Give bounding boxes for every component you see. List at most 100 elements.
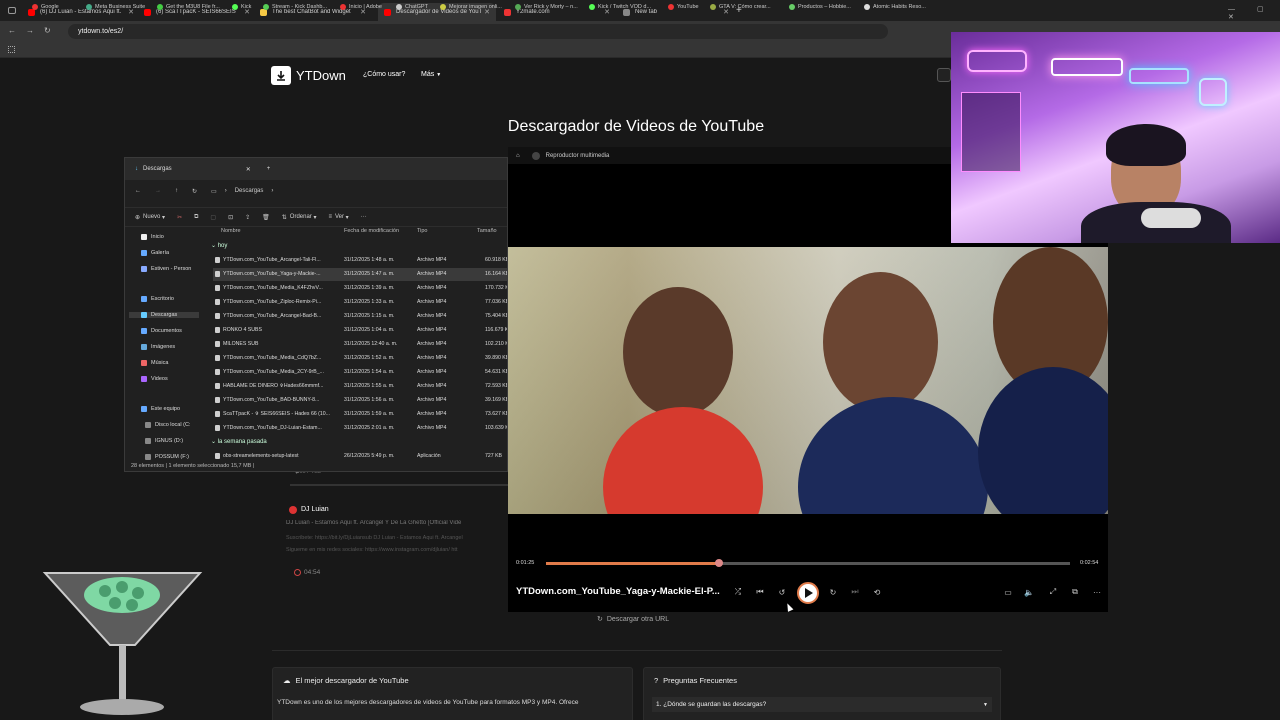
video-description-line: Sigueme en mis redes sociales: https://w… <box>286 547 458 553</box>
file-row[interactable]: YTDown.com_YouTube_Media_CdQ7bZ... 31/12/… <box>213 352 507 365</box>
url-field[interactable]: ytdown.to/es2/ <box>68 24 888 39</box>
new-button[interactable]: ⊕ Nuevo ▾ <box>135 214 165 221</box>
file-row[interactable]: YTDown.com_YouTube_BAD-BUNNY-8... 31/12/2… <box>213 394 507 407</box>
home-icon[interactable]: ⌂ <box>516 153 520 159</box>
channel-name[interactable]: DJ Luian <box>301 506 329 513</box>
bookmark-item[interactable]: Kick <box>232 4 251 10</box>
more-options-icon[interactable]: ··· <box>1090 585 1104 599</box>
bookmark-item[interactable]: Mejorar imagen onli... <box>440 4 502 10</box>
sidebar-item[interactable]: Escritorio <box>141 296 174 302</box>
more-options-icon[interactable]: ··· <box>361 214 367 220</box>
file-row[interactable]: YTDown.com_YouTube_Arcangel-Tali-Fl... 31… <box>213 254 507 267</box>
bookmark-item[interactable]: Google <box>32 4 59 10</box>
sidebar-item[interactable]: Música <box>141 360 168 366</box>
rewind-10-icon[interactable]: ↺ <box>775 585 789 599</box>
forward-icon[interactable]: → <box>26 26 34 35</box>
shuffle-icon[interactable]: ⤮ <box>731 585 745 599</box>
sidebar-item[interactable]: Disco local (C: <box>145 422 190 428</box>
tab-search-icon[interactable] <box>8 7 16 14</box>
refresh-icon[interactable]: ↻ <box>192 188 197 195</box>
file-row[interactable]: MILONES SUB 31/12/2025 12:40 a. m. Archivo… <box>213 338 507 351</box>
column-size[interactable]: Tamaño <box>477 228 497 234</box>
bookmark-favicon-icon <box>589 4 595 10</box>
sidebar-item[interactable]: IGNUS (D:) <box>145 438 183 444</box>
explorer-tab-title[interactable]: Descargas <box>143 166 172 172</box>
player-app-icon <box>531 151 540 160</box>
file-row[interactable]: YTDown.com_YouTube_Ziploc-Remix-Pi... 31/… <box>213 296 507 309</box>
file-date: 31/12/2025 12:40 a. m. <box>344 341 398 347</box>
rename-icon[interactable]: ⊡ <box>228 214 233 221</box>
bookmark-item[interactable]: Productos – Hobbie... <box>789 4 851 10</box>
breadcrumb[interactable]: Descargas <box>235 188 264 194</box>
group-last-week[interactable]: ⌄ la semana pasada <box>211 438 267 445</box>
back-icon[interactable]: ← <box>135 188 141 194</box>
video-frame[interactable] <box>508 247 1108 514</box>
nav-more[interactable]: Más ▼ <box>421 71 441 78</box>
forward-icon[interactable]: → <box>155 188 161 194</box>
sidebar-item[interactable]: Inicio <box>141 234 164 240</box>
bookmark-item[interactable]: Ver Rick y Morty – n... <box>515 4 578 10</box>
bookmark-item[interactable]: Get the M3U8 File fr... <box>157 4 220 10</box>
cut-icon[interactable]: ✂ <box>177 214 182 221</box>
nav-howto[interactable]: ¿Cómo usar? <box>363 71 405 78</box>
paste-icon[interactable]: ▢ <box>210 214 216 221</box>
group-today[interactable]: ⌄ hoy <box>211 242 227 249</box>
column-name[interactable]: Nombre <box>221 228 241 234</box>
seek-knob[interactable] <box>714 559 723 567</box>
file-explorer-window: ↓ Descargas ✕ + ← → ↑ ↻ ▭ › Descargas › … <box>124 157 508 472</box>
site-logo[interactable]: YTDown <box>271 66 346 85</box>
next-icon[interactable]: ⏭ <box>848 585 862 599</box>
file-row[interactable]: RONKO 4 SUBS 31/12/2025 1:04 a. m. Archivo… <box>213 324 507 337</box>
file-row[interactable]: YTDown.com_YouTube_Yaga-y-Mackie-... 31/1… <box>213 268 507 281</box>
back-icon[interactable]: ← <box>8 26 16 35</box>
bookmark-item[interactable]: GTA V: Cómo crear... <box>710 4 771 10</box>
delete-icon[interactable]: 🗑 <box>262 214 270 221</box>
download-another-button[interactable]: ↻ Descargar otra URL <box>597 615 669 624</box>
bookmark-item[interactable]: Stream - Kick Dashb... <box>263 4 327 10</box>
copy-icon[interactable]: ⧉ <box>194 214 198 221</box>
file-row[interactable]: obs-streamelements-setup-latest 26/12/202… <box>213 450 507 463</box>
apps-icon[interactable] <box>8 46 15 53</box>
expand-icon[interactable]: ⤢ <box>1046 585 1060 599</box>
bookmark-label: YouTube <box>677 4 699 10</box>
bookmark-item[interactable]: ChatGPT <box>396 4 428 10</box>
sidebar-item[interactable]: Imágenes <box>141 344 175 350</box>
volume-icon[interactable]: 🔈 <box>1022 585 1036 599</box>
file-row[interactable]: YTDown.com_YouTube_DJ-Luian-Estam... 31/1… <box>213 422 507 435</box>
sidebar-item[interactable]: Documentos <box>141 328 182 334</box>
share-icon[interactable]: ⇪ <box>245 214 250 221</box>
previous-icon[interactable]: ⏮ <box>753 585 767 599</box>
sidebar-item[interactable]: Galería <box>141 250 169 256</box>
sidebar-item[interactable]: Videos <box>141 376 168 382</box>
new-tab-icon[interactable]: + <box>267 166 271 172</box>
sidebar-item[interactable]: Descargas <box>129 312 199 318</box>
bookmark-item[interactable]: Atomic Habits Reso... <box>864 4 926 10</box>
sidebar-item[interactable]: Este equipo <box>141 406 180 412</box>
reload-icon[interactable]: ↻ <box>44 26 51 35</box>
view-button[interactable]: ≡ Ver ▾ <box>328 214 348 221</box>
sidebar-item[interactable]: Estiven - Person <box>141 266 191 272</box>
bookmark-item[interactable]: YouTube <box>668 4 699 10</box>
file-row[interactable]: HÁBLAME DE DINERO ✞Hades66mmmf... 31/12/2… <box>213 380 507 393</box>
file-row[interactable]: YTDown.com_YouTube_Media_K4FZhvV... 31/12… <box>213 282 507 295</box>
file-row[interactable]: ScaTTpacK - ✞ SEIS66SEIS - Hades 66 (10.… <box>213 408 507 421</box>
window-controls[interactable]: — ▢ ✕ <box>1228 5 1280 21</box>
file-row[interactable]: YTDown.com_YouTube_Media_2CY-9rB_... 31/1… <box>213 366 507 379</box>
close-tab-icon[interactable]: ✕ <box>246 166 251 173</box>
file-row[interactable]: YTDown.com_YouTube_Arcangel-Bad-B... 31/1… <box>213 310 507 323</box>
sidebar-item[interactable]: POSSUM (F:) <box>145 454 189 460</box>
faq-item[interactable]: 1. ¿Dónde se guardan las descargas? ▼ <box>652 697 992 712</box>
repeat-icon[interactable]: ⟲ <box>870 585 884 599</box>
forward-30-icon[interactable]: ↻ <box>826 585 840 599</box>
up-icon[interactable]: ↑ <box>175 188 178 194</box>
column-date[interactable]: Fecha de modificación <box>344 228 399 234</box>
bookmark-item[interactable]: Kick / Twitch VOD d... <box>589 4 651 10</box>
column-type[interactable]: Tipo <box>417 228 428 234</box>
sort-button[interactable]: ⇅ Ordenar ▾ <box>282 214 317 221</box>
language-globe-icon[interactable] <box>937 68 951 82</box>
bookmark-item[interactable]: Meta Business Suite <box>86 4 145 10</box>
bookmark-item[interactable]: Inicio | Adobe <box>340 4 382 10</box>
miniplayer-icon[interactable]: ⧉ <box>1068 585 1082 599</box>
subtitles-icon[interactable]: ▭ <box>1001 585 1015 599</box>
play-button[interactable] <box>797 582 819 604</box>
